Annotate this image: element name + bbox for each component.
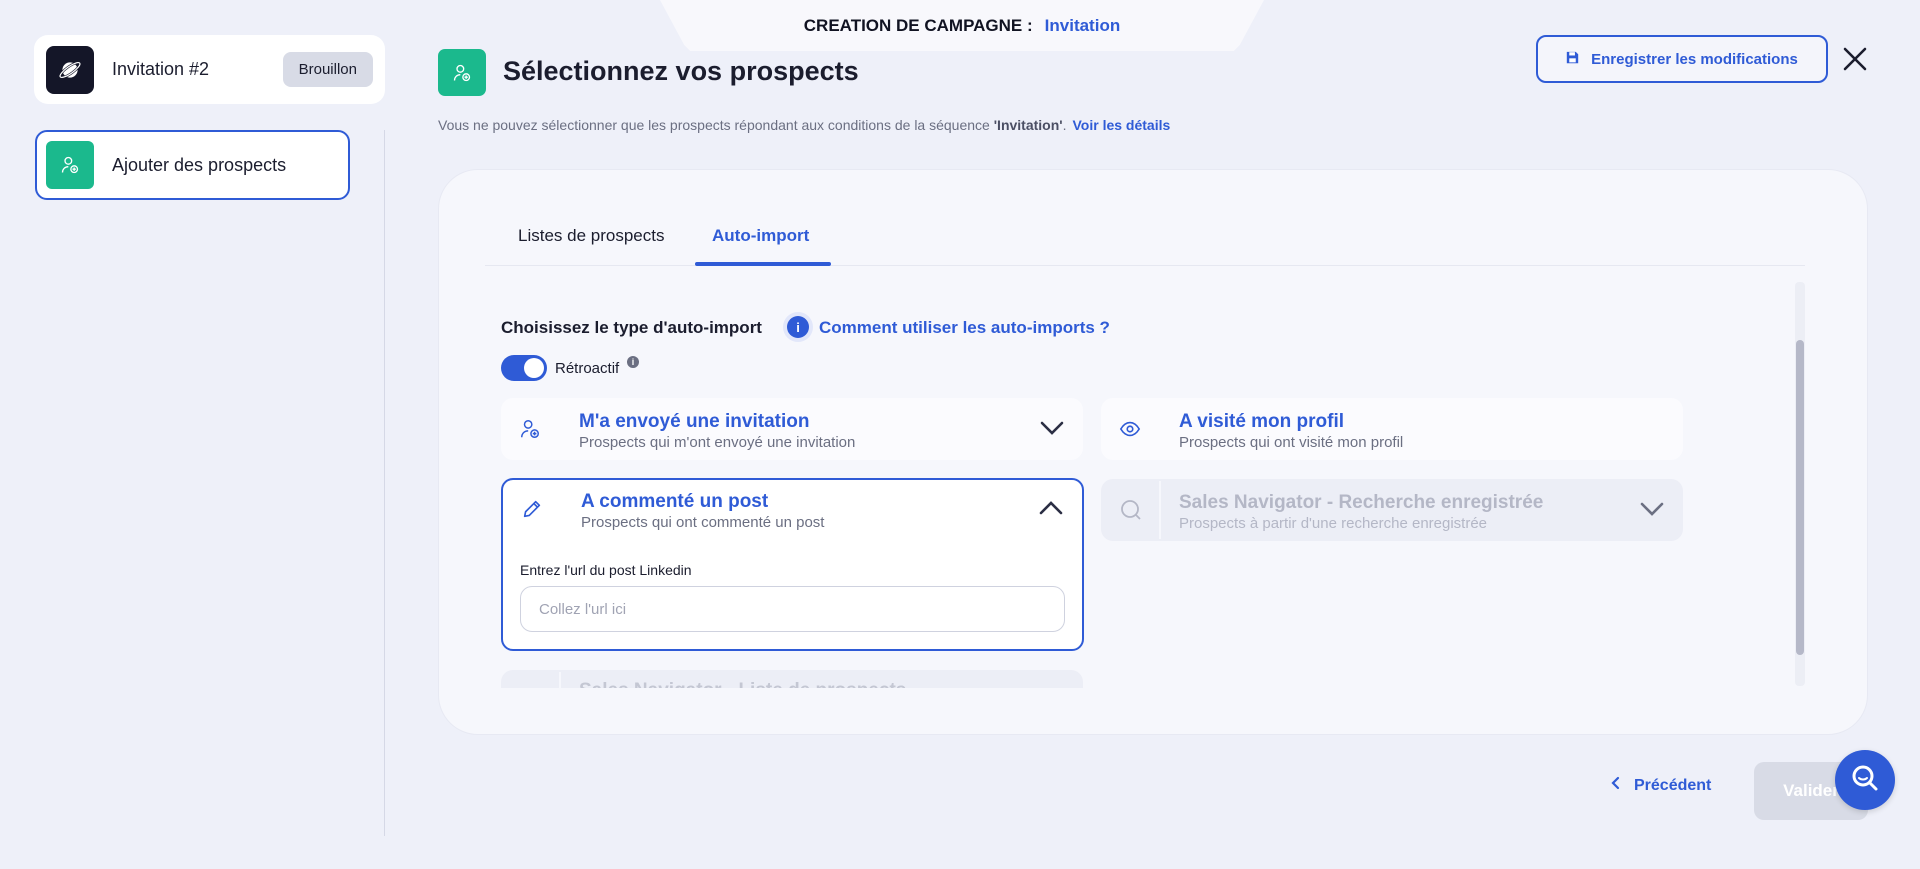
- option-desc: Prospects qui ont visité mon profil: [1179, 434, 1404, 451]
- chevron-left-icon: [1610, 776, 1620, 795]
- tabs-divider: [485, 265, 1805, 266]
- details-link[interactable]: Voir les détails: [1073, 117, 1171, 133]
- banner-prefix: CREATION DE CAMPAGNE :: [803, 15, 1033, 35]
- option-received-invitation[interactable]: M'a envoyé une invitation Prospects qui …: [501, 398, 1083, 460]
- user-add-icon: [46, 141, 94, 189]
- option-title: M'a envoyé une invitation: [579, 411, 810, 432]
- page-subtitle: Vous ne pouvez sélectionner que les pros…: [438, 117, 1170, 133]
- save-button[interactable]: Enregistrer les modifications: [1536, 35, 1828, 83]
- subtitle-dot: .: [1062, 117, 1067, 133]
- post-url-input[interactable]: [520, 586, 1065, 632]
- post-url-label: Entrez l'url du post Linkedin: [520, 562, 692, 578]
- previous-button-label: Précédent: [1634, 776, 1712, 794]
- option-desc: Prospects qui ont commenté un post: [581, 514, 825, 531]
- banner-campaign-name: Invitation: [1044, 15, 1121, 35]
- page-title: Sélectionnez vos prospects: [503, 56, 859, 86]
- option-visited-profile[interactable]: A visité mon profil Prospects qui ont vi…: [1101, 398, 1683, 460]
- sidebar-divider: [384, 130, 385, 836]
- search-chat-icon: [1849, 762, 1881, 799]
- help-search-button[interactable]: [1835, 750, 1895, 810]
- search-icon: [1103, 481, 1161, 539]
- eye-icon: [1119, 418, 1141, 440]
- sidebar-item-label: Ajouter des prospects: [112, 154, 287, 175]
- option-salesnav-saved-search: Sales Navigator - Recherche enregistrée …: [1101, 479, 1683, 541]
- option-desc: Prospects à partir d'une recherche enreg…: [1179, 515, 1488, 532]
- tab-auto-import[interactable]: Auto-import: [712, 226, 809, 246]
- autoimport-type-label: Choisissez le type d'auto-import: [501, 318, 762, 337]
- chevron-down-icon: [1639, 499, 1665, 524]
- planet-icon: [46, 45, 94, 94]
- option-commented-post[interactable]: A commenté un post Prospects qui ont com…: [501, 478, 1084, 651]
- sidebar-item-add-prospects[interactable]: Ajouter des prospects: [35, 130, 350, 200]
- campaign-card: Invitation #2 Brouillon: [34, 35, 385, 104]
- tab-prospect-lists[interactable]: Listes de prospects: [518, 226, 664, 246]
- option-title: A visité mon profil: [1179, 411, 1345, 432]
- retroactive-info-icon[interactable]: i: [627, 356, 639, 368]
- option-salesnav-prospect-list: Sales Navigator - Liste de prospects: [501, 670, 1083, 688]
- previous-button[interactable]: Précédent: [1610, 776, 1711, 795]
- retroactive-label: Rétroactif: [555, 360, 620, 377]
- option-title: A commenté un post: [581, 491, 769, 512]
- list-icon: [503, 672, 561, 688]
- user-add-icon: [438, 49, 486, 96]
- subtitle-sequence: 'Invitation': [993, 117, 1063, 133]
- active-tab-indicator: [695, 262, 831, 266]
- retroactive-toggle[interactable]: [501, 355, 547, 381]
- campaign-title: Invitation #2: [112, 59, 210, 79]
- chevron-up-icon[interactable]: [1038, 498, 1064, 518]
- user-add-icon: [519, 418, 541, 440]
- option-desc: Prospects qui m'ont envoyé une invitatio…: [579, 434, 856, 451]
- pencil-icon: [521, 498, 543, 520]
- howto-autoimport-link[interactable]: Comment utiliser les auto-imports ?: [819, 318, 1110, 338]
- scrollbar-thumb[interactable]: [1796, 340, 1804, 655]
- subtitle-text: Vous ne pouvez sélectionner que les pros…: [438, 117, 994, 133]
- status-badge: Brouillon: [282, 52, 373, 87]
- close-icon[interactable]: [1840, 44, 1870, 74]
- option-title: Sales Navigator - Recherche enregistrée: [1179, 492, 1544, 513]
- campaign-banner: CREATION DE CAMPAGNE : Invitation: [660, 0, 1264, 51]
- info-icon: i: [787, 316, 809, 338]
- chevron-down-icon[interactable]: [1039, 418, 1065, 438]
- save-button-label: Enregistrer les modifications: [1591, 50, 1798, 68]
- option-title: Sales Navigator - Liste de prospects: [579, 680, 906, 688]
- floppy-icon: [1566, 51, 1579, 68]
